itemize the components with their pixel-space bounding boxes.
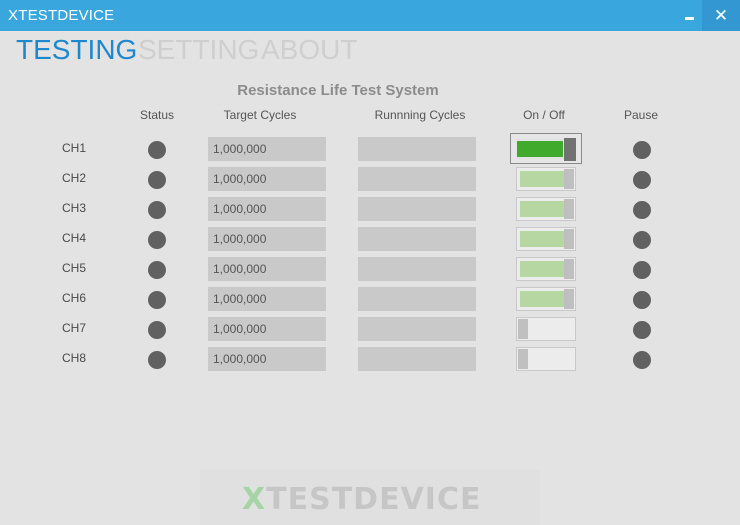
switch-knob (564, 259, 574, 279)
status-indicator (148, 231, 166, 249)
pause-button[interactable] (633, 291, 651, 309)
title-bar: XTESTDEVICE ✕ (0, 0, 740, 31)
status-indicator (148, 321, 166, 339)
running-cycles-field (358, 347, 476, 371)
on-off-switch[interactable] (516, 167, 576, 191)
target-cycles-field[interactable]: 1,000,000 (208, 347, 326, 371)
status-indicator (148, 141, 166, 159)
target-cycles-field[interactable]: 1,000,000 (208, 137, 326, 161)
channel-label: CH3 (61, 201, 86, 215)
channel-label: CH6 (61, 291, 86, 305)
switch-fill (520, 201, 566, 217)
running-cycles-field (358, 167, 476, 191)
on-off-switch[interactable] (516, 317, 576, 341)
column-header-running-cycles: Runnning Cycles (374, 108, 466, 122)
brand-logo: XTESTDEVICE (200, 470, 540, 525)
target-cycles-field[interactable]: 1,000,000 (208, 167, 326, 191)
on-off-switch[interactable] (516, 227, 576, 251)
column-header-status: Status (139, 108, 175, 122)
channel-row-4: CH4 1,000,000 (0, 226, 740, 256)
app-window: XTESTDEVICE ✕ TESTING SETTING ABOUT Resi… (0, 0, 740, 525)
close-button[interactable]: ✕ (702, 0, 740, 31)
on-off-switch[interactable] (516, 347, 576, 371)
channel-row-7: CH7 1,000,000 (0, 316, 740, 346)
pause-button[interactable] (633, 171, 651, 189)
target-cycles-field[interactable]: 1,000,000 (208, 287, 326, 311)
channel-row-1: CH1 1,000,000 (0, 133, 740, 166)
running-cycles-field (358, 287, 476, 311)
on-off-switch[interactable] (516, 287, 576, 311)
channel-label: CH8 (61, 351, 86, 365)
switch-fill (520, 291, 566, 307)
pause-button[interactable] (633, 351, 651, 369)
on-off-switch[interactable] (510, 133, 582, 164)
minimize-button[interactable] (676, 0, 702, 31)
close-icon: ✕ (713, 6, 729, 25)
on-off-switch[interactable] (516, 197, 576, 221)
on-off-switch[interactable] (516, 257, 576, 281)
switch-fill (520, 261, 566, 277)
channel-label: CH5 (61, 261, 86, 275)
switch-knob (564, 289, 574, 309)
switch-knob (518, 319, 528, 339)
pause-button[interactable] (633, 141, 651, 159)
running-cycles-field (358, 197, 476, 221)
switch-knob (564, 229, 574, 249)
target-cycles-field[interactable]: 1,000,000 (208, 197, 326, 221)
pause-button[interactable] (633, 321, 651, 339)
column-header-on-off: On / Off (523, 108, 565, 122)
tab-about[interactable]: ABOUT (261, 34, 357, 66)
running-cycles-field (358, 227, 476, 251)
channel-row-6: CH6 1,000,000 (0, 286, 740, 316)
column-header-target-cycles: Target Cycles (223, 108, 297, 122)
switch-knob (564, 199, 574, 219)
switch-knob (564, 169, 574, 189)
tab-setting[interactable]: SETTING (138, 34, 259, 66)
pause-button[interactable] (633, 231, 651, 249)
target-cycles-field[interactable]: 1,000,000 (208, 317, 326, 341)
channel-row-3: CH3 1,000,000 (0, 196, 740, 226)
switch-knob (518, 349, 528, 369)
target-cycles-field[interactable]: 1,000,000 (208, 227, 326, 251)
pause-button[interactable] (633, 201, 651, 219)
channel-label: CH1 (61, 141, 86, 155)
channel-label: CH4 (61, 231, 86, 245)
window-title: XTESTDEVICE (8, 7, 115, 24)
status-indicator (148, 261, 166, 279)
switch-fill (517, 141, 563, 157)
switch-fill (520, 171, 566, 187)
channel-row-2: CH2 1,000,000 (0, 166, 740, 196)
pause-button[interactable] (633, 261, 651, 279)
switch-fill (520, 231, 566, 247)
channel-label: CH7 (61, 321, 86, 335)
channel-row-5: CH5 1,000,000 (0, 256, 740, 286)
tab-testing[interactable]: TESTING (16, 34, 137, 66)
status-indicator (148, 201, 166, 219)
running-cycles-field (358, 257, 476, 281)
channel-row-8: CH8 1,000,000 (0, 346, 740, 376)
logo-wordmark: XTESTDEVICE (242, 482, 482, 517)
system-title: Resistance Life Test System (237, 82, 439, 99)
running-cycles-field (358, 137, 476, 161)
target-cycles-field[interactable]: 1,000,000 (208, 257, 326, 281)
column-header-pause: Pause (623, 108, 659, 122)
status-indicator (148, 351, 166, 369)
running-cycles-field (358, 317, 476, 341)
channel-label: CH2 (61, 171, 86, 185)
status-indicator (148, 171, 166, 189)
switch-knob (564, 138, 576, 161)
status-indicator (148, 291, 166, 309)
